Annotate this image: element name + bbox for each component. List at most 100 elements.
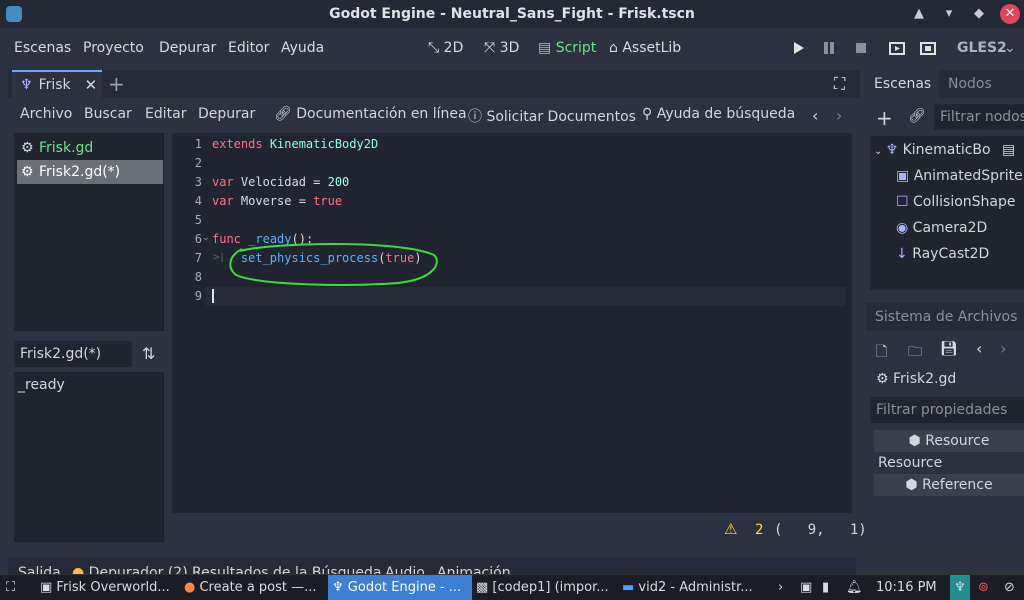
workspace-3d-button[interactable]: ⤧ 3D	[484, 40, 519, 56]
tree-item-label: Camera2D	[912, 220, 988, 236]
code-token: KinematicBody2D	[269, 137, 379, 151]
gear-icon: ⚙	[21, 164, 34, 180]
tree-item-camera2d[interactable]: ◉ Camera2D	[896, 220, 987, 236]
workspace-script-button[interactable]: ▤ Script	[538, 40, 596, 56]
renderer-select[interactable]: GLES2	[957, 40, 1007, 56]
task-create-post[interactable]: ● Create a post —...	[184, 575, 324, 600]
menu-depurar[interactable]: Depurar	[159, 40, 216, 56]
tray-expand-icon[interactable]: ›	[778, 575, 783, 600]
clock[interactable]: 10:16 PM	[876, 575, 937, 600]
maximize-icon[interactable]: ◆	[970, 5, 988, 23]
tree-item-label: CollisionShape	[913, 194, 1016, 210]
play-custom-scene-icon[interactable]	[920, 40, 936, 56]
request-docs-button[interactable]: ⓘ Solicitar Documentos	[468, 106, 636, 126]
power-icon[interactable]: ⊘	[1004, 575, 1015, 600]
menu-editor[interactable]: Editor	[228, 40, 269, 56]
script-item-label: Frisk2.gd(*)	[39, 164, 121, 180]
close-window-icon[interactable]: ✕	[1000, 4, 1020, 24]
warning-count[interactable]: 2	[755, 522, 763, 538]
tray-status-icon[interactable]: ♆	[950, 575, 970, 600]
script-item-frisk2[interactable]: ⚙ Frisk2.gd(*)	[17, 160, 163, 184]
tree-item-collisionshape[interactable]: ☐ CollisionShape	[896, 194, 1016, 210]
code-line[interactable]: extends KinematicBody2D	[212, 137, 378, 151]
animated-sprite-icon: ▣	[896, 168, 914, 184]
chevron-down-icon[interactable]: ⌄	[1004, 40, 1016, 56]
add-node-icon[interactable]: +	[876, 106, 893, 130]
tab-escenas[interactable]: Escenas	[866, 70, 940, 98]
workspace-2d-button[interactable]: ⤡ 2D	[428, 40, 463, 56]
task-vid2[interactable]: ▬ vid2 - Administr...	[622, 575, 768, 600]
stop-icon[interactable]	[853, 40, 869, 56]
menu-escenas[interactable]: Escenas	[14, 40, 71, 56]
minimize-icon[interactable]: ▾	[940, 5, 958, 23]
play-scene-icon[interactable]	[889, 40, 905, 56]
code-token: true	[313, 194, 343, 208]
notification-bell-icon[interactable]: 🔔︎	[846, 575, 863, 600]
reference-section-button[interactable]: ⬢ Reference	[874, 474, 1024, 496]
app-menu-icon[interactable]: ⛶	[6, 575, 15, 600]
menu-depurar-script[interactable]: Depurar	[198, 106, 255, 122]
menu-proyecto[interactable]: Proyecto	[83, 40, 144, 56]
tree-item-raycast2d[interactable]: ↓ RayCast2D	[896, 246, 989, 262]
history-back-icon[interactable]: ‹	[976, 339, 982, 358]
tree-root-kinematic[interactable]: ⌄ ♆ KinematicBo	[874, 142, 991, 158]
menu-ayuda[interactable]: Ayuda	[281, 40, 324, 56]
task-godot-engine[interactable]: ♆ Godot Engine - ...	[328, 575, 472, 600]
resource-section-button[interactable]: ⬢ Resource	[874, 430, 1024, 452]
close-tab-icon[interactable]: ✕	[85, 76, 98, 94]
search-help-button[interactable]: ⚲ Ayuda de búsqueda	[642, 106, 795, 122]
history-forward-icon[interactable]: ›	[1000, 339, 1006, 358]
pause-icon[interactable]	[821, 40, 837, 56]
fold-arrow-icon[interactable]: ⌄	[202, 233, 210, 243]
add-tab-icon[interactable]: +	[108, 72, 125, 96]
resource-section-label: Resource	[925, 433, 990, 449]
new-file-icon[interactable]: 🗋	[876, 341, 887, 365]
battery-icon[interactable]: ▮	[822, 575, 829, 600]
tree-item-animatedsprite[interactable]: ▣ AnimatedSprite	[896, 168, 1023, 184]
tab-nodos[interactable]: Nodos	[948, 76, 992, 92]
tray-app-icon[interactable]: ▣	[800, 575, 812, 600]
task-frisk-overworld[interactable]: ▣ Frisk Overworld...	[40, 575, 180, 600]
search-help-icon: ⚲	[642, 106, 657, 122]
save-icon[interactable]: 💾︎	[940, 341, 958, 357]
script-attached-icon[interactable]: ▤	[1002, 142, 1015, 158]
line-number: 2	[194, 156, 202, 170]
tray-red-icon[interactable]: ⊚	[978, 575, 989, 600]
script-item-frisk[interactable]: ⚙ Frisk.gd	[17, 136, 163, 160]
edited-resource[interactable]: ⚙ Frisk2.gd	[876, 371, 956, 387]
code-line[interactable]: var Moverse = true	[212, 194, 342, 208]
info-icon: ⓘ	[468, 109, 487, 125]
task-label: Create a post —...	[199, 580, 317, 595]
line-number: 3	[194, 175, 202, 189]
menu-buscar[interactable]: Buscar	[84, 106, 132, 122]
scene-dock-tabs: Escenas Nodos	[866, 70, 1024, 98]
method-filter-input[interactable]: Frisk2.gd(*)	[14, 341, 132, 367]
menu-archivo[interactable]: Archivo	[20, 106, 72, 122]
code-editor[interactable]: 1 extends KinematicBody2D 2 3 var Velocidad …	[172, 133, 852, 513]
warning-icon[interactable]: ⚠	[724, 520, 737, 538]
tab-filesystem[interactable]: Sistema de Archivos	[875, 309, 1017, 325]
play-icon[interactable]	[790, 40, 806, 56]
online-docs-button[interactable]: 🔗︎ Documentación en línea	[274, 106, 467, 122]
link-icon[interactable]: 🔗︎	[908, 108, 926, 124]
menu-editar[interactable]: Editar	[145, 106, 186, 122]
line-number: 4	[194, 194, 202, 208]
tree-root-label: KinematicBo	[902, 142, 991, 158]
history-back-icon[interactable]: ‹	[812, 106, 818, 125]
workspace-assetlib-button[interactable]: ⌂ AssetLib	[609, 40, 681, 56]
open-folder-icon[interactable]: 🗀	[908, 341, 922, 365]
task-codep1[interactable]: ▩ [codep1] (impor...	[476, 575, 620, 600]
gear-icon: ⚙	[21, 140, 34, 156]
history-forward-icon[interactable]: ›	[836, 106, 842, 125]
online-docs-label: Documentación en línea	[296, 106, 467, 122]
scene-tab-frisk[interactable]: ♆ Frisk ✕	[12, 70, 102, 98]
filter-nodes-input[interactable]: Filtrar nodos	[934, 104, 1024, 130]
fullscreen-icon[interactable]: ⛶	[834, 74, 845, 94]
sort-icon[interactable]: ⇅	[142, 344, 155, 363]
tab-indent-icon: >|	[212, 252, 224, 263]
code-line[interactable]: var Velocidad = 200	[212, 175, 349, 189]
scene-tabs: ♆ Frisk ✕ + ⛶	[8, 70, 860, 98]
method-item[interactable]: _ready	[18, 377, 65, 393]
filter-properties-input[interactable]: Filtrar propiedades	[870, 397, 1024, 423]
keep-above-icon[interactable]: ▲	[910, 5, 928, 23]
